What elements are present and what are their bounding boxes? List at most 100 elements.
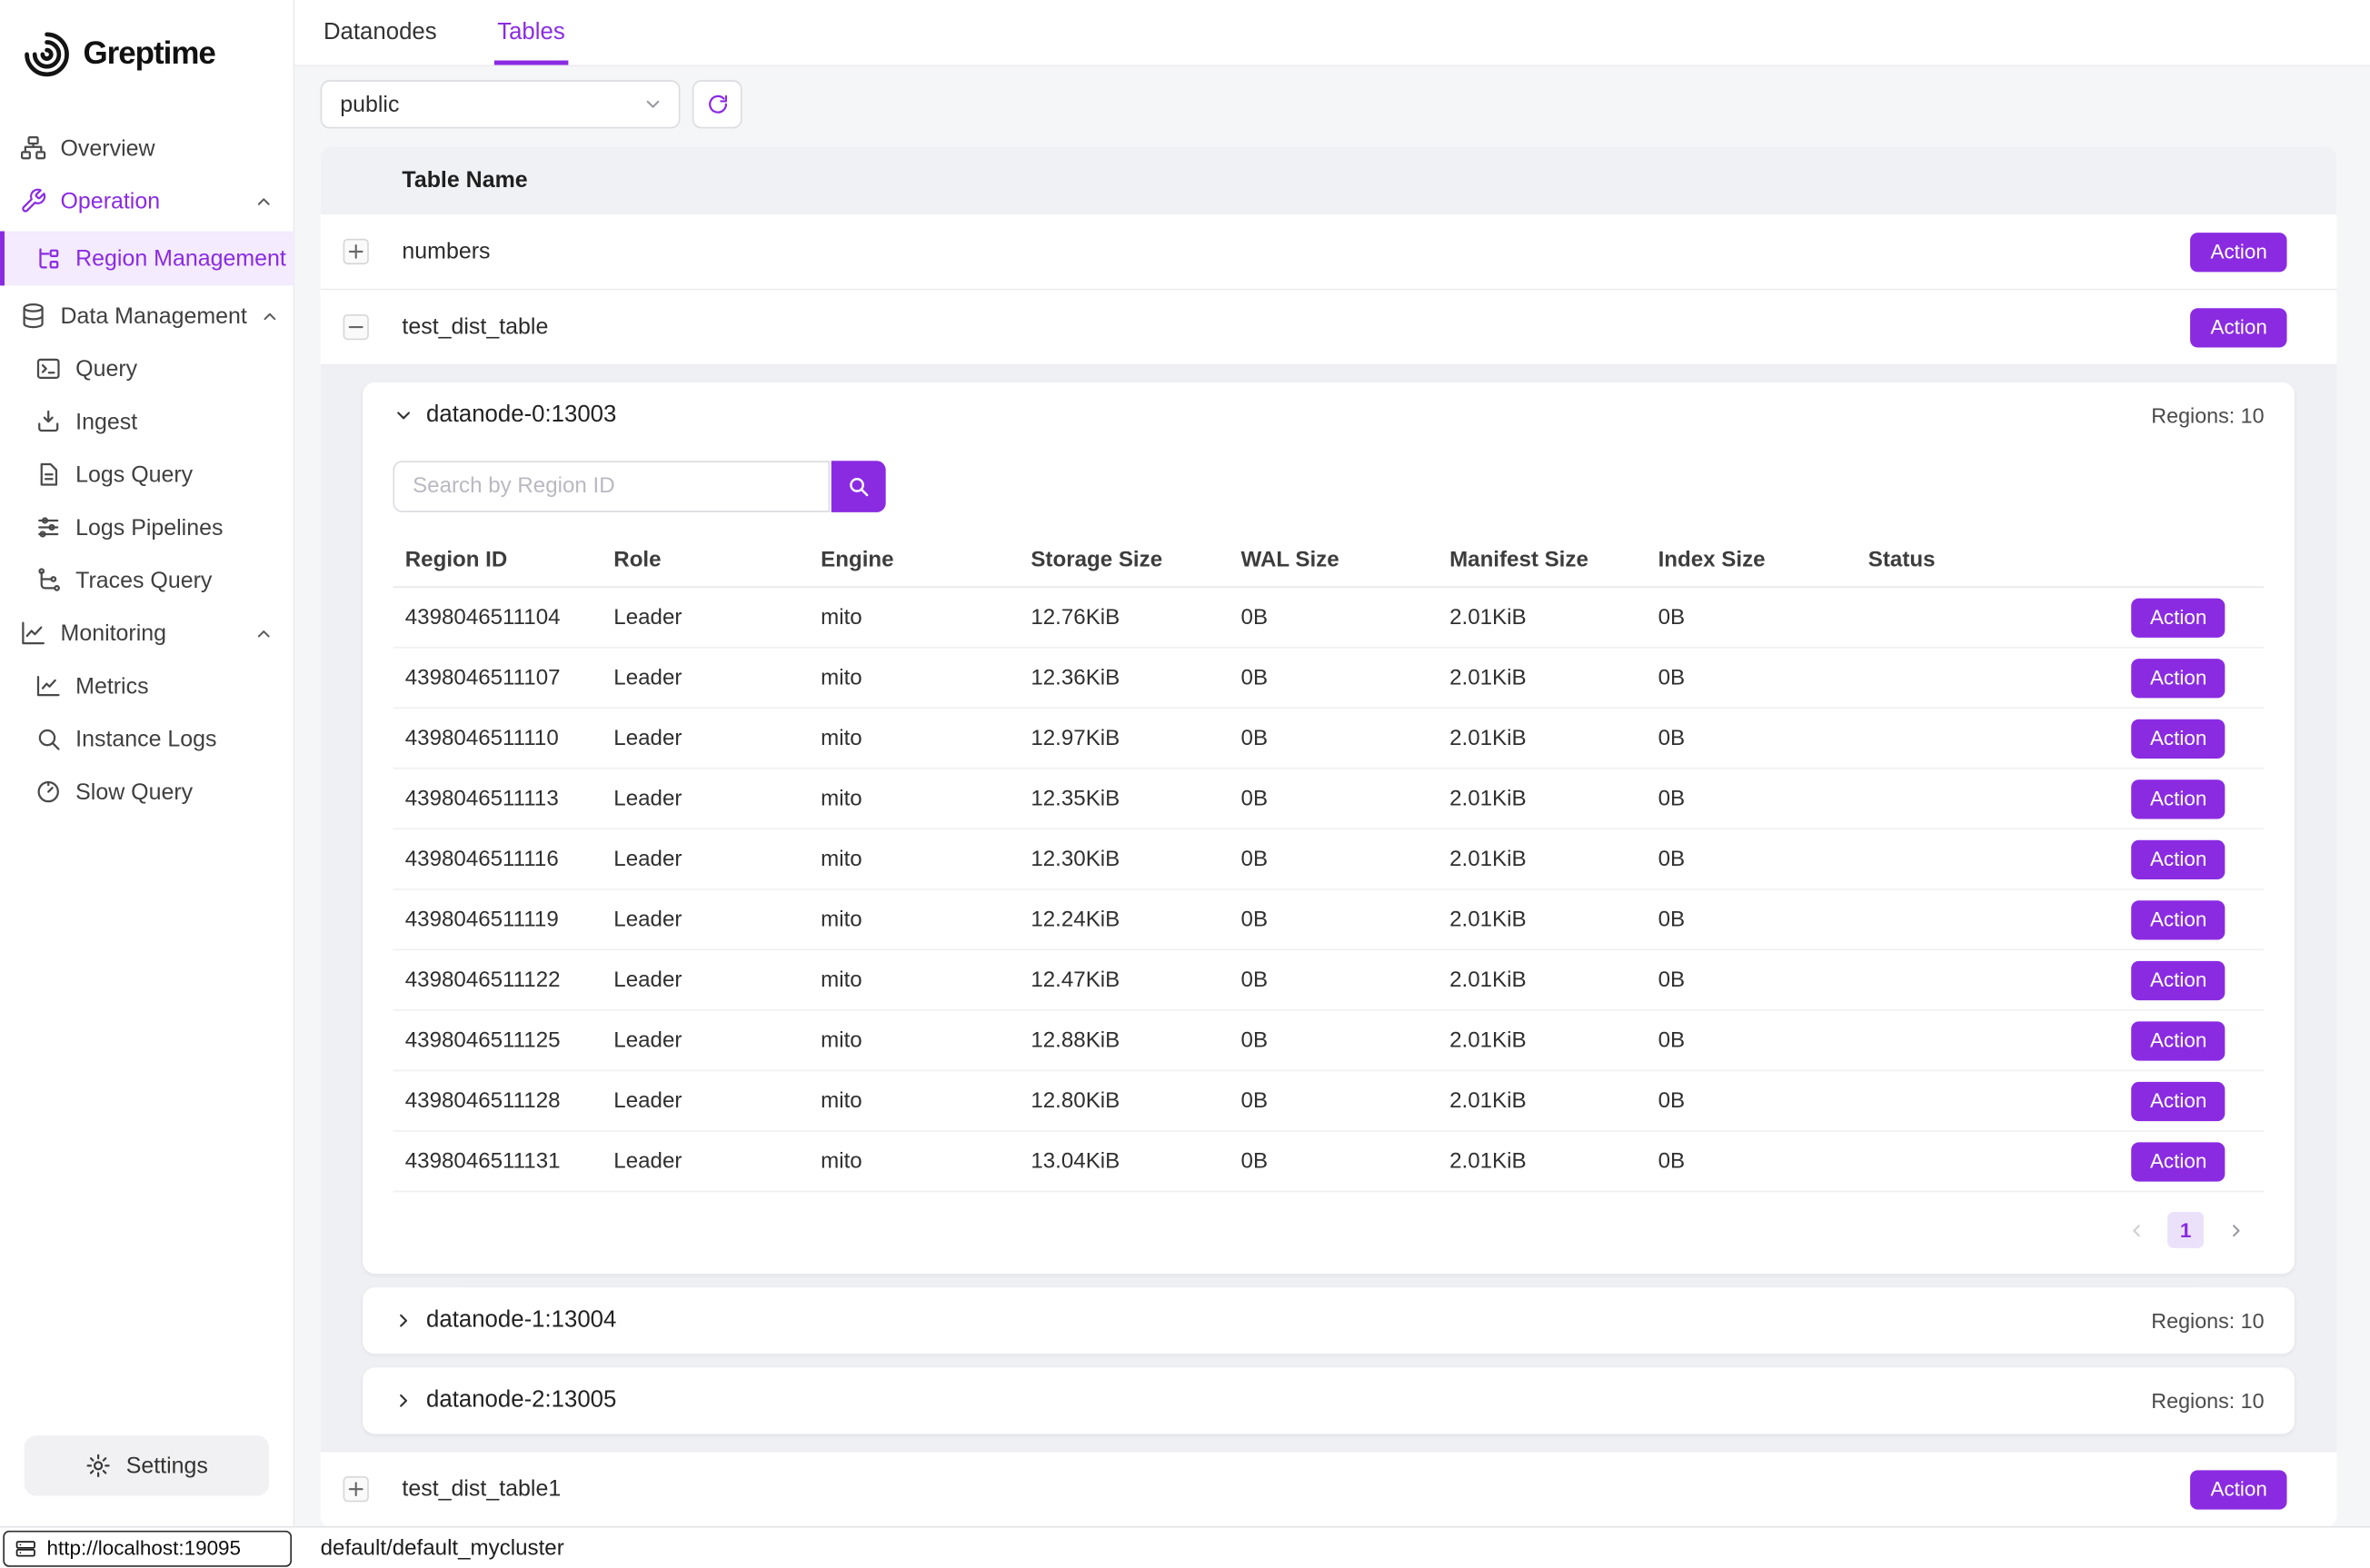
sidebar-item-overview[interactable]: Overview bbox=[0, 125, 294, 171]
table-name: test_dist_table1 bbox=[402, 1476, 561, 1502]
region-row: 4398046511107Leadermito12.36KiB0B2.01KiB… bbox=[393, 649, 2264, 710]
tab-tables[interactable]: Tables bbox=[494, 0, 568, 65]
region-cell-storage-size: 12.97KiB bbox=[1031, 726, 1240, 750]
region-row: 4398046511128Leadermito12.80KiB0B2.01KiB… bbox=[393, 1071, 2264, 1132]
region-row: 4398046511110Leadermito12.97KiB 0B2.01KiB… bbox=[393, 709, 2264, 769]
settings-button[interactable]: Settings bbox=[25, 1435, 269, 1496]
region-row: 4398046511116Leadermito12.30KiB0B2.01KiB… bbox=[393, 829, 2264, 890]
sidebar-item-traces-query[interactable]: Traces Query bbox=[0, 558, 294, 603]
sidebar-item-metrics[interactable]: Metrics bbox=[0, 663, 294, 709]
toolbar: public bbox=[321, 80, 2337, 128]
tab-label: Datanodes bbox=[324, 19, 437, 46]
region-cell-engine: mito bbox=[821, 726, 1031, 750]
expanded-region-panel: datanode-0:13003 Regions: 10 bbox=[321, 366, 2337, 1453]
region-action-button[interactable]: Action bbox=[2132, 1142, 2225, 1181]
chevron-up-icon bbox=[254, 191, 274, 211]
search-button[interactable] bbox=[831, 461, 886, 512]
brand-logo[interactable]: Greptime bbox=[0, 12, 294, 96]
region-action-button[interactable]: Action bbox=[2132, 839, 2225, 878]
region-cell-index-size: 0B bbox=[1658, 726, 1868, 750]
region-cell-wal-size: 0B bbox=[1241, 1149, 1450, 1174]
chevron-down-icon bbox=[393, 405, 413, 426]
database-icon bbox=[20, 303, 47, 330]
sidebar-item-data-management[interactable]: Data Management bbox=[0, 293, 294, 339]
region-cell-role: Leader bbox=[613, 726, 821, 750]
next-page-button[interactable] bbox=[2219, 1214, 2253, 1247]
region-action-button[interactable]: Action bbox=[2132, 598, 2225, 637]
region-action-button[interactable]: Action bbox=[2132, 899, 2225, 938]
minus-icon bbox=[348, 319, 364, 335]
region-action-button[interactable]: Action bbox=[2132, 1081, 2225, 1120]
collapse-row-button[interactable] bbox=[344, 314, 369, 340]
sidebar-item-slow-query[interactable]: Slow Query bbox=[0, 769, 294, 815]
region-action-button[interactable]: Action bbox=[2132, 719, 2225, 758]
region-cell-manifest-size: 2.01KiB bbox=[1449, 1149, 1658, 1174]
region-cell-role: Leader bbox=[613, 908, 821, 932]
endpoint-url-box[interactable]: http://localhost:19095 bbox=[3, 1530, 292, 1566]
expand-row-button[interactable] bbox=[344, 1476, 369, 1502]
refresh-button[interactable] bbox=[692, 80, 742, 128]
region-cell-manifest-size: 2.01KiB bbox=[1449, 787, 1658, 811]
sidebar-item-label: Query bbox=[75, 356, 137, 382]
prev-page-button[interactable] bbox=[2119, 1214, 2153, 1247]
datanode-card-2: datanode-2:13005 Regions: 10 bbox=[363, 1367, 2295, 1434]
column-role: Role bbox=[613, 548, 821, 572]
datanode-card-1: datanode-1:13004 Regions: 10 bbox=[363, 1287, 2295, 1354]
page-button-1[interactable]: 1 bbox=[2167, 1212, 2204, 1248]
region-cell-region-id: 4398046511113 bbox=[405, 787, 614, 811]
chevron-right-icon bbox=[393, 1310, 413, 1331]
sidebar-item-logs-query[interactable]: Logs Query bbox=[0, 452, 294, 497]
expand-row-button[interactable] bbox=[344, 239, 369, 264]
region-action-button[interactable]: Action bbox=[2132, 779, 2225, 818]
sidebar-item-logs-pipelines[interactable]: Logs Pipelines bbox=[0, 505, 294, 551]
region-action-cell: Action bbox=[2098, 1142, 2265, 1181]
region-action-button[interactable]: Action bbox=[2132, 960, 2225, 999]
region-cell-index-size: 0B bbox=[1658, 1149, 1868, 1174]
region-cell-role: Leader bbox=[613, 787, 821, 811]
region-action-cell: Action bbox=[2098, 598, 2265, 637]
region-cell-manifest-size: 2.01KiB bbox=[1449, 726, 1658, 750]
region-management-icon bbox=[35, 244, 62, 272]
datanode-title: datanode-2:13005 bbox=[426, 1387, 616, 1414]
region-row: 4398046511104Leadermito12.76KiB0B2.01KiB… bbox=[393, 588, 2264, 649]
sidebar-item-ingest[interactable]: Ingest bbox=[0, 399, 294, 444]
region-search-input[interactable] bbox=[393, 461, 830, 512]
region-cell-storage-size: 12.30KiB bbox=[1031, 847, 1240, 871]
schema-select[interactable]: public bbox=[321, 80, 681, 128]
sidebar-item-query[interactable]: Query bbox=[0, 346, 294, 392]
region-cell-region-id: 4398046511125 bbox=[405, 1028, 614, 1053]
table-action-button[interactable]: Action bbox=[2191, 1470, 2287, 1509]
region-cell-region-id: 4398046511110 bbox=[405, 726, 614, 750]
datanode-0-header[interactable]: datanode-0:13003 Regions: 10 bbox=[363, 382, 2295, 449]
region-action-button[interactable]: Action bbox=[2132, 1021, 2225, 1060]
sidebar-item-label: Overview bbox=[61, 135, 155, 161]
overview-icon bbox=[20, 134, 47, 162]
datanode-2-header[interactable]: datanode-2:13005 Regions: 10 bbox=[363, 1367, 2295, 1434]
region-row: 4398046511122Leadermito12.47KiB0B2.01KiB… bbox=[393, 950, 2264, 1011]
region-cell-index-size: 0B bbox=[1658, 1088, 1868, 1113]
region-cell-region-id: 4398046511131 bbox=[405, 1149, 614, 1174]
table-action-button[interactable]: Action bbox=[2191, 232, 2287, 271]
region-cell-storage-size: 12.24KiB bbox=[1031, 908, 1240, 932]
region-cell-region-id: 4398046511119 bbox=[405, 908, 614, 932]
greptime-logo-icon bbox=[21, 29, 73, 81]
region-action-button[interactable]: Action bbox=[2132, 658, 2225, 697]
region-cell-index-size: 0B bbox=[1658, 847, 1868, 871]
brand-name: Greptime bbox=[83, 36, 214, 73]
sidebar-item-region-management[interactable]: Region Management bbox=[0, 231, 294, 285]
datanode-card-0: datanode-0:13003 Regions: 10 bbox=[363, 382, 2295, 1274]
sidebar-item-label: Traces Query bbox=[75, 568, 212, 593]
tables-card: Table Name numbers Action test_dist_ bbox=[321, 146, 2337, 1526]
datanode-1-header[interactable]: datanode-1:13004 Regions: 10 bbox=[363, 1287, 2295, 1354]
table-action-button[interactable]: Action bbox=[2191, 307, 2287, 346]
region-cell-storage-size: 12.36KiB bbox=[1031, 666, 1240, 690]
region-action-cell: Action bbox=[2098, 779, 2265, 818]
sidebar-item-monitoring[interactable]: Monitoring bbox=[0, 610, 294, 656]
sidebar-item-operation[interactable]: Operation bbox=[0, 178, 294, 223]
region-cell-manifest-size: 2.01KiB bbox=[1449, 968, 1658, 992]
tab-datanodes[interactable]: Datanodes bbox=[321, 0, 440, 65]
region-cell-index-size: 0B bbox=[1658, 908, 1868, 932]
region-cell-engine: mito bbox=[821, 968, 1031, 992]
region-cell-wal-size: 0B bbox=[1241, 1028, 1450, 1053]
sidebar-item-instance-logs[interactable]: Instance Logs bbox=[0, 716, 294, 761]
